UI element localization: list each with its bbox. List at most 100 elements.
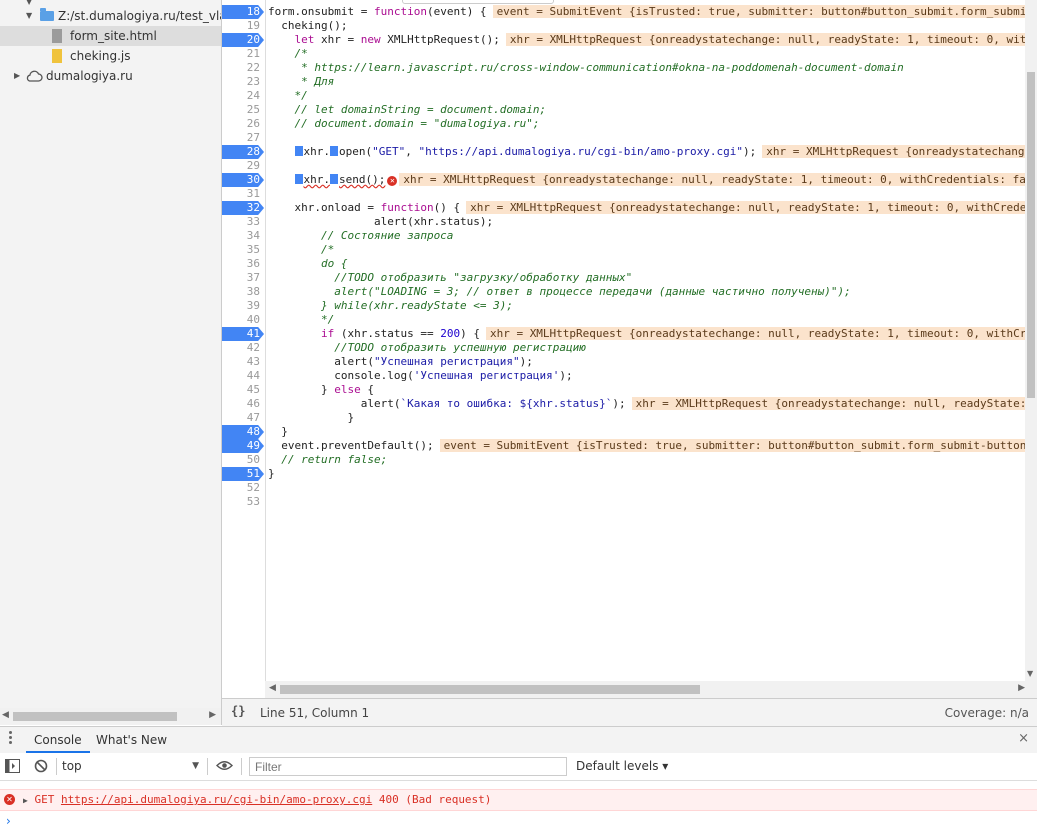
line-number[interactable]: 37 [222, 271, 264, 285]
breakpoint-line-number[interactable]: 28 [222, 145, 264, 159]
toolbar-separator [241, 758, 242, 775]
toolbar-separator [56, 758, 57, 775]
request-url-link[interactable]: https://api.dumalogiya.ru/cgi-bin/amo-pr… [61, 793, 372, 806]
chevron-right-icon[interactable]: ▶ [14, 66, 20, 86]
error-icon[interactable]: ✕ [387, 176, 398, 186]
inline-breakpoint-marker[interactable] [294, 146, 303, 156]
line-number[interactable]: 29 [222, 159, 264, 173]
scrollbar-thumb[interactable] [280, 685, 700, 694]
inline-breakpoint-marker[interactable] [294, 174, 303, 184]
code-line-25: // let domainString = document.domain; [268, 103, 547, 116]
line-number[interactable]: 39 [222, 299, 264, 313]
scroll-left-icon[interactable]: ◀ [2, 710, 9, 720]
tree-domain-dumalogiya[interactable]: ▶ dumalogiya.ru [0, 66, 221, 86]
tree-file-form-site[interactable]: form_site.html [0, 26, 221, 46]
inline-value: xhr = XMLHttpRequest {onreadystatechange… [399, 173, 1037, 186]
line-number[interactable]: 26 [222, 117, 264, 131]
line-number[interactable]: 42 [222, 341, 264, 355]
code-line-41: if (xhr.status == 200) {xhr = XMLHttpReq… [268, 327, 1031, 341]
line-number[interactable]: 45 [222, 383, 264, 397]
editor-horizontal-scrollbar[interactable]: ◀ ▶ [265, 681, 1037, 698]
line-number[interactable]: 19 [222, 19, 264, 33]
line-number[interactable]: 47 [222, 411, 264, 425]
line-number[interactable]: 40 [222, 313, 264, 327]
line-number[interactable]: 38 [222, 285, 264, 299]
breakpoint-line-number[interactable]: 41 [222, 327, 264, 341]
scroll-down-icon[interactable]: ▼ [1027, 669, 1033, 678]
breakpoint-line-number[interactable]: 30 [222, 173, 264, 187]
code-line-20: let xhr = new XMLHttpRequest(); xhr = XML… [268, 33, 1031, 47]
request-status: 400 (Bad request) [378, 793, 492, 806]
breakpoint-line-number[interactable]: 32 [222, 201, 264, 215]
line-number[interactable]: 24 [222, 89, 264, 103]
drawer-menu-icon[interactable] [9, 731, 13, 746]
code-line-47: } [268, 411, 355, 424]
code-line-26: // document.domain = "dumalogiya.ru"; [268, 117, 540, 130]
code-line-44: console.log('Успешная регистрация'); [268, 369, 573, 382]
expand-triangle-icon[interactable]: ▶ [23, 796, 28, 805]
tree-folder-test-vlad[interactable]: ▼ Z:/st.dumalogiya.ru/test_vlad/a [0, 6, 221, 26]
scrollbar-thumb[interactable] [13, 712, 177, 721]
line-number[interactable]: 43 [222, 355, 264, 369]
filter-input[interactable] [249, 757, 567, 776]
pretty-print-icon[interactable]: {} [231, 704, 245, 718]
error-icon: ✕ [4, 794, 15, 805]
breakpoint-line-number[interactable]: 51 [222, 467, 264, 481]
scroll-right-icon[interactable]: ▶ [209, 710, 216, 720]
editor-vertical-scrollbar[interactable]: ▼ [1025, 0, 1037, 681]
line-number[interactable]: 34 [222, 229, 264, 243]
line-number[interactable]: 50 [222, 453, 264, 467]
line-number[interactable]: 23 [222, 75, 264, 89]
eye-icon[interactable] [216, 760, 233, 771]
code-area[interactable]: form.onsubmit = function(event) {event =… [268, 0, 1037, 698]
line-number-gutter[interactable]: 18 19 20 21 22 23 24 25 26 27 28 29 30 31 32 33 34 35 36 37… [222, 0, 266, 698]
breakpoint-line-number[interactable]: 49 [222, 439, 264, 453]
line-number[interactable]: 33 [222, 215, 264, 229]
log-levels-dropdown[interactable]: Default levels ▾ [576, 757, 668, 776]
inline-value: xhr = XMLHttpRequest {onreadystatechange… [466, 201, 1031, 214]
chevron-down-icon[interactable]: ▼ [26, 6, 32, 26]
file-icon [52, 49, 62, 63]
request-method: GET [34, 793, 55, 806]
toolbar-separator [207, 758, 208, 775]
code-line-38: alert("LOADING = 3; // ответ в процессе … [268, 285, 851, 298]
inline-breakpoint-marker[interactable] [330, 146, 338, 156]
line-number[interactable]: 25 [222, 103, 264, 117]
line-number[interactable]: 52 [222, 481, 264, 495]
breakpoint-line-number[interactable]: 18 [222, 5, 264, 19]
line-number[interactable]: 22 [222, 61, 264, 75]
close-icon[interactable]: × [1018, 731, 1029, 746]
line-number[interactable]: 44 [222, 369, 264, 383]
tree-file-cheking[interactable]: cheking.js [0, 46, 221, 66]
clear-console-icon[interactable] [34, 759, 48, 773]
line-number[interactable]: 46 [222, 397, 264, 411]
console-prompt-icon[interactable]: › [6, 814, 11, 828]
sidebar-toggle-icon[interactable] [5, 759, 20, 773]
line-number[interactable]: 27 [222, 131, 264, 145]
context-selector[interactable]: top ▼ [62, 757, 202, 776]
scrollbar-thumb[interactable] [1027, 72, 1035, 398]
tab-console[interactable]: Console [26, 727, 90, 753]
coverage-status[interactable]: Coverage: n/a [945, 706, 1029, 720]
scroll-right-icon[interactable]: ▶ [1018, 683, 1025, 693]
tree-label: cheking.js [70, 49, 131, 63]
inline-breakpoint-marker[interactable] [330, 174, 338, 184]
sidebar-horizontal-scrollbar[interactable]: ◀ ▶ [0, 708, 221, 725]
line-number[interactable]: 35 [222, 243, 264, 257]
code-line-37: //TODO отобразить "загрузку/обработку да… [268, 271, 633, 284]
line-number[interactable]: 53 [222, 495, 264, 509]
code-line-18: form.onsubmit = function(event) {event =… [268, 5, 1031, 19]
code-line-28: xhr. open("GET", "https://api.dumalogiya.… [268, 145, 1029, 159]
tab-whats-new[interactable]: What's New [88, 727, 175, 753]
line-number[interactable]: 36 [222, 257, 264, 271]
breakpoint-line-number[interactable]: 48 [222, 425, 264, 439]
breakpoint-line-number[interactable]: 20 [222, 33, 264, 47]
scroll-left-icon[interactable]: ◀ [269, 683, 276, 693]
line-number[interactable]: 21 [222, 47, 264, 61]
console-error-message[interactable]: ✕ ▶ GET https://api.dumalogiya.ru/cgi-bi… [0, 789, 1037, 811]
line-number[interactable]: 31 [222, 187, 264, 201]
folder-icon [40, 8, 54, 21]
code-line-50: // return false; [268, 453, 388, 466]
code-editor[interactable]: 18 19 20 21 22 23 24 25 26 27 28 29 30 31 32 33 34 35 36 37… [222, 0, 1037, 698]
editor-status-bar: {} Line 51, Column 1 Coverage: n/a [222, 698, 1037, 726]
